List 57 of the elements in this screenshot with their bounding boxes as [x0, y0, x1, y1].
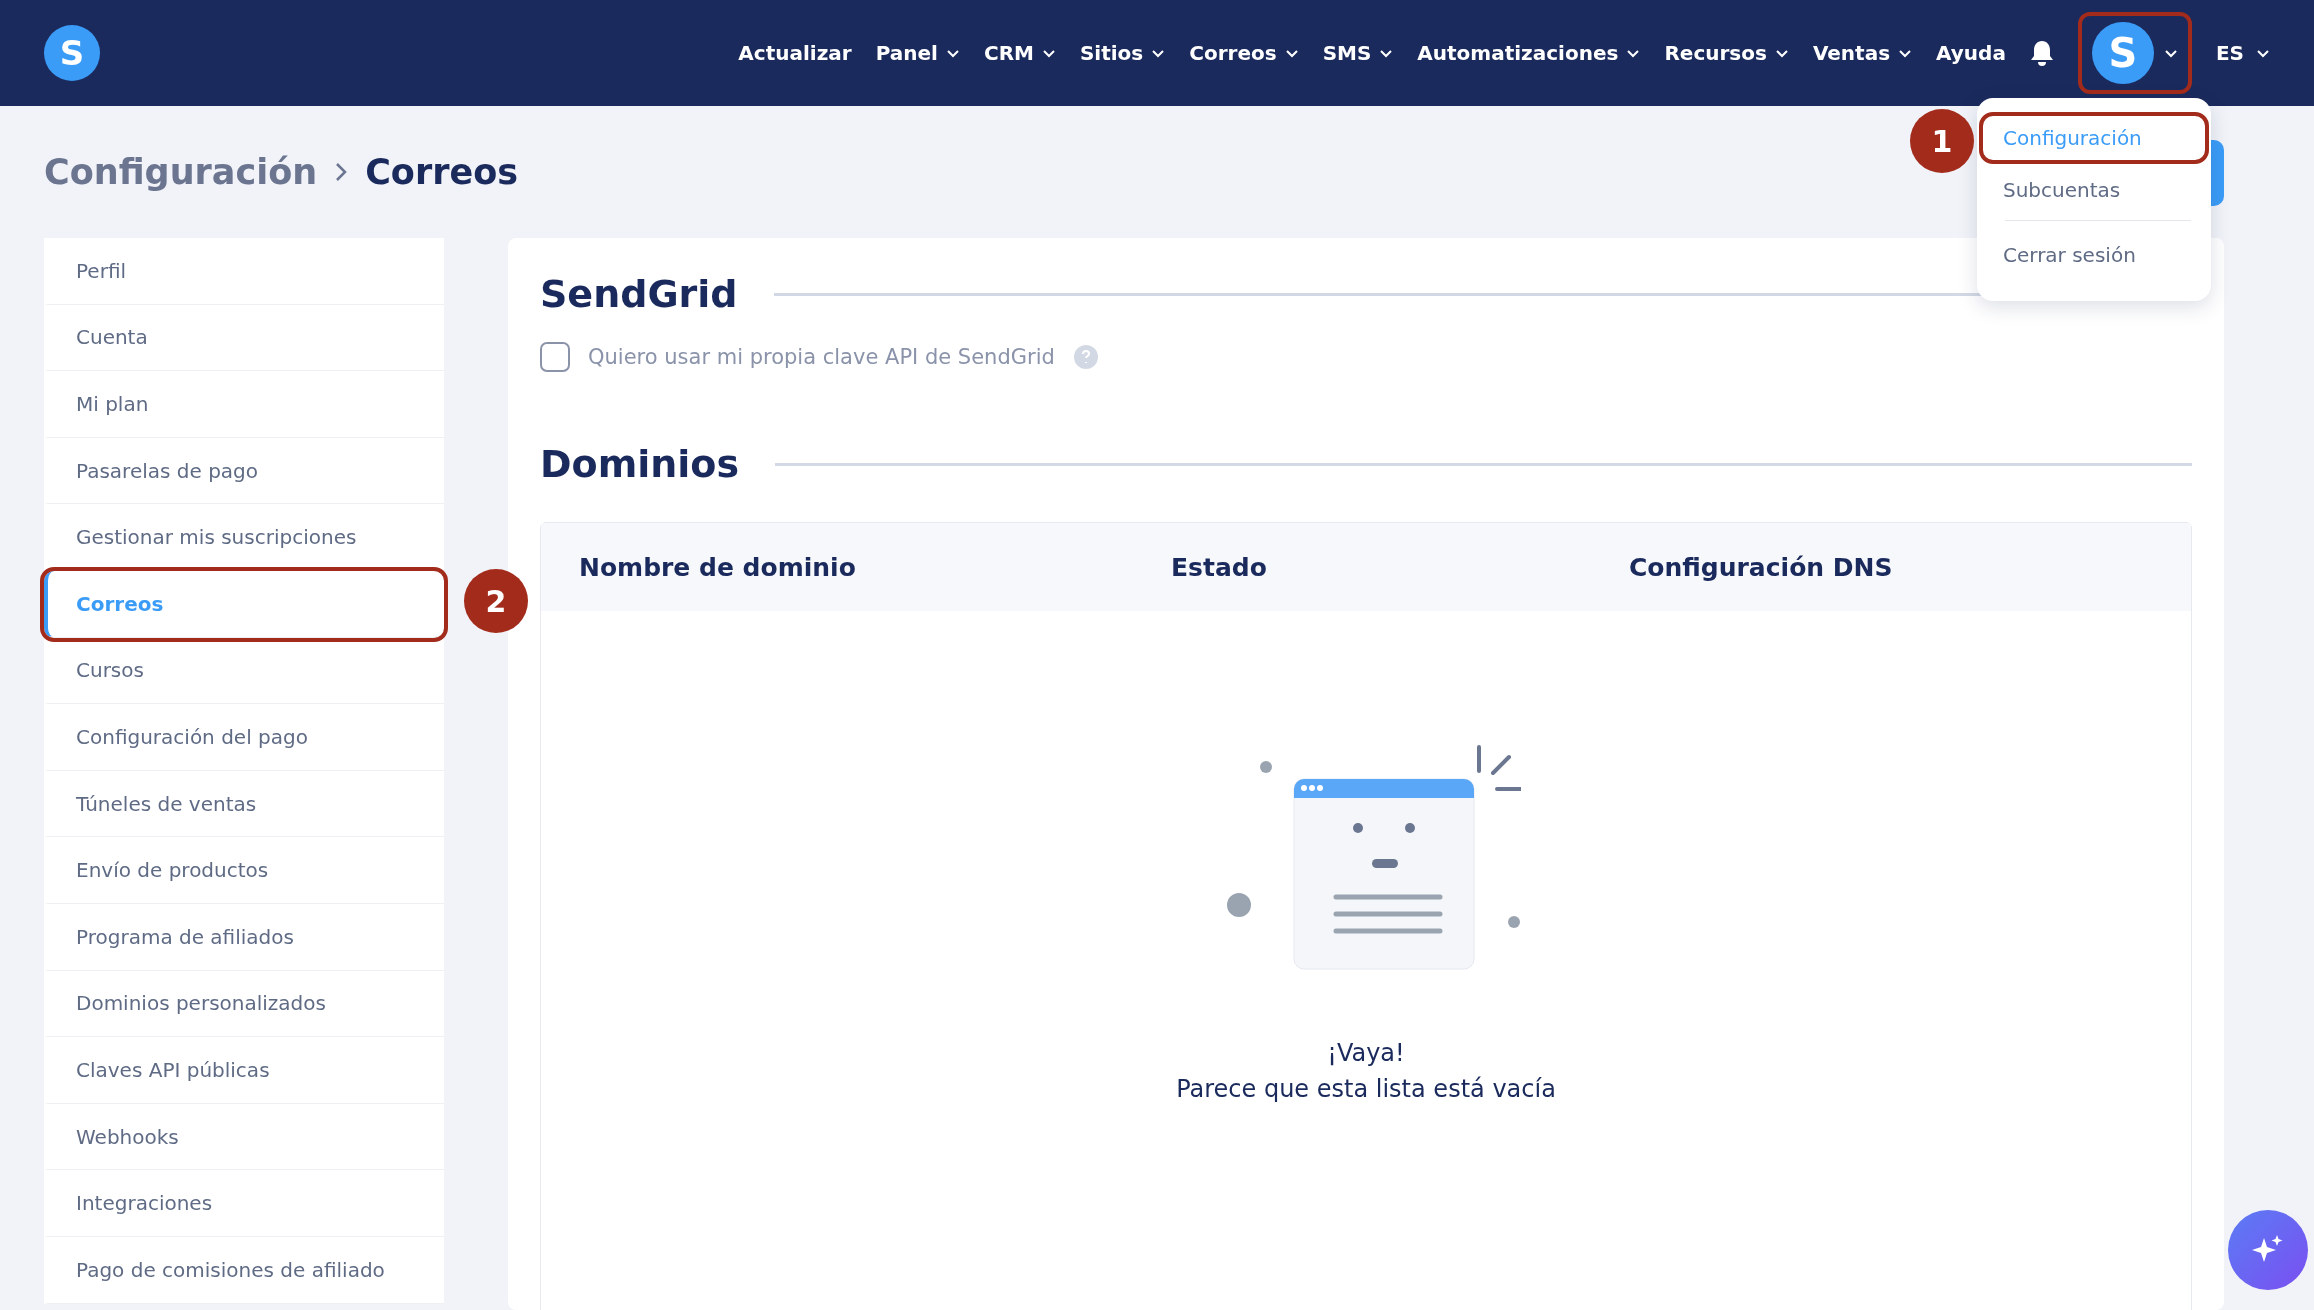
chevron-down-icon — [1626, 48, 1641, 58]
section-title: SendGrid — [540, 272, 738, 316]
chevron-down-icon — [1041, 48, 1056, 58]
chevron-down-icon — [1379, 48, 1394, 58]
column-header: Estado — [1171, 552, 1268, 582]
sidebar-item[interactable]: Integraciones — [44, 1170, 444, 1237]
chevron-down-icon — [1151, 48, 1166, 58]
sidebar-item[interactable]: Envío de productos — [44, 837, 444, 904]
nav-item[interactable]: Automatizaciones — [1417, 41, 1641, 65]
nav-item[interactable]: Sitios — [1079, 41, 1166, 65]
chevron-right-icon — [335, 162, 348, 182]
step-marker: 2 — [464, 569, 528, 633]
chevron-down-icon — [2163, 48, 2178, 58]
sidebar-item[interactable]: Webhooks — [44, 1103, 444, 1171]
chevron-down-icon — [2256, 48, 2270, 58]
breadcrumb-item: Correos — [365, 152, 519, 192]
avatar: S — [2091, 22, 2154, 84]
column-header: Configuración DNS — [1629, 552, 1894, 582]
nav-item[interactable]: CRM — [983, 41, 1056, 65]
column-header: Nombre de dominio — [579, 552, 857, 582]
empty-title: ¡Vaya! — [1327, 1039, 1405, 1067]
menu-item[interactable]: Configuración — [1979, 112, 2209, 164]
menu-item[interactable]: Subcuentas — [1979, 164, 2209, 216]
sidebar-item[interactable]: Programa de afiliados — [44, 903, 444, 971]
chevron-down-icon — [1774, 48, 1789, 58]
sidebar-item[interactable]: Gestionar mis suscripciones — [44, 504, 444, 571]
empty-message: Parece que esta lista está vacía — [1176, 1075, 1556, 1103]
language-selector[interactable]: ES — [2215, 41, 2270, 65]
menu-item[interactable]: Cerrar sesión — [1979, 229, 2209, 281]
logo[interactable]: S — [44, 25, 100, 81]
nav-item[interactable]: Ayuda — [1936, 41, 2006, 65]
chevron-down-icon — [945, 48, 960, 58]
sidebar-item[interactable]: Pasarelas de pago — [44, 437, 444, 505]
chevron-down-icon — [1284, 48, 1299, 58]
checkbox-label: Quiero usar mi propia clave API de SendGrid — [588, 345, 1055, 369]
sidebar-item[interactable]: Dominios personalizados — [44, 970, 444, 1038]
chevron-down-icon — [1898, 48, 1913, 58]
nav-item[interactable]: Ventas — [1812, 41, 1913, 65]
sidebar-item[interactable]: Configuración del pago — [44, 704, 444, 771]
nav-item[interactable]: Correos — [1189, 41, 1299, 65]
bell-icon[interactable] — [2029, 39, 2054, 67]
sidebar-item[interactable]: Perfil — [44, 238, 444, 305]
nav-item[interactable]: Panel — [875, 41, 960, 65]
nav-item[interactable]: SMS — [1322, 41, 1394, 65]
section-title: Dominios — [540, 442, 740, 486]
checkbox[interactable] — [540, 342, 570, 372]
user-menu-button[interactable]: S — [2077, 12, 2192, 94]
sidebar-item[interactable]: Pago de comisiones de afiliado — [44, 1236, 444, 1304]
nav-item[interactable]: Actualizar — [738, 41, 852, 65]
sidebar-item[interactable]: Túneles de ventas — [44, 770, 444, 838]
sidebar-item[interactable]: Claves API públicas — [44, 1037, 444, 1104]
breadcrumb-item[interactable]: Configuración — [44, 152, 318, 192]
sidebar-item[interactable]: Cuenta — [44, 304, 444, 372]
nav-item[interactable]: Recursos — [1664, 41, 1789, 65]
sidebar-item[interactable]: Cursos — [44, 637, 444, 705]
step-marker: 1 — [1910, 109, 1974, 173]
sidebar-item[interactable]: Mi plan — [44, 371, 444, 438]
